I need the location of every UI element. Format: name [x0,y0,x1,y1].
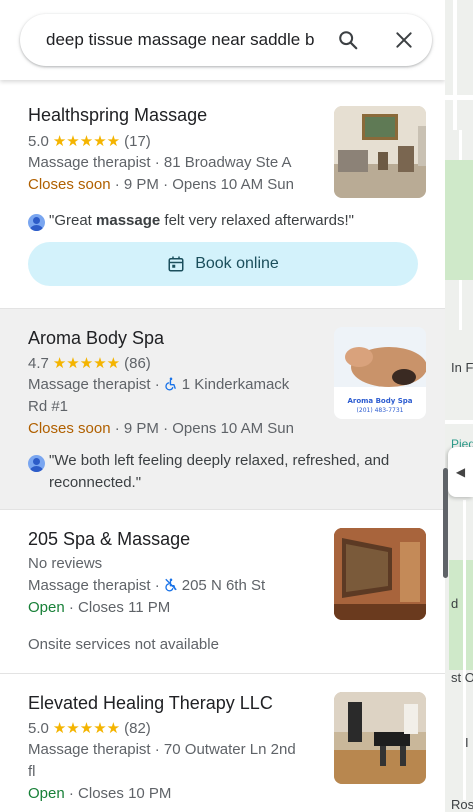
place-photo[interactable] [334,528,426,620]
star-rating-icon: ★★★★★ [52,133,121,150]
category: Massage therapist [28,154,151,171]
wheelchair-accessible-icon [165,377,176,391]
review-count[interactable]: (86) [124,355,151,372]
map-road [445,95,473,100]
map-label: d [451,596,459,611]
calendar-icon [168,256,184,272]
place-name[interactable]: 205 Spa & Massage [28,529,190,550]
results-list: Healthspring Massage 5.0 ★★★★★ (17) Massag… [0,80,445,812]
status-badge: Closes soon [28,420,111,437]
category-address-row: Massage therapist · 205 N 6th St [28,577,266,594]
address: 70 Outwater Ln 2nd [163,741,296,758]
address: 205 N 6th St [181,577,266,594]
map-label: st O [451,670,473,685]
place-name[interactable]: Aroma Body Spa [28,328,164,349]
result-card[interactable]: Healthspring Massage 5.0 ★★★★★ (17) Massag… [0,80,445,309]
category-address-row: Massage therapist · 1 Kinderkamack [28,376,290,393]
result-card[interactable]: Elevated Healing Therapy LLC 5.0 ★★★★★ (82… [0,674,445,812]
map-park [449,560,473,670]
map-road [453,0,457,130]
review-text: "We both left feeling deeply relaxed, re… [49,452,390,469]
search-icon [339,31,358,50]
status-badge: Closes soon [28,176,111,193]
photo-gym-icon [334,692,426,784]
search-input[interactable]: deep tissue massage near saddle b [46,30,316,50]
place-photo[interactable] [334,106,426,198]
search-header: deep tissue massage near saddle b [0,0,445,80]
rating-value: 5.0 [28,720,49,737]
service-note: Onsite services not available [28,636,219,653]
rating-value: 4.7 [28,355,49,372]
status-badge: Open [28,599,65,616]
category-address-row: Massage therapist · 70 Outwater Ln 2nd [28,741,296,758]
results-panel: deep tissue massage near saddle b Health… [0,0,445,812]
place-photo[interactable] [334,692,426,784]
rating-value: 5.0 [28,133,49,150]
category-address-row: Massage therapist · 81 Broadway Ste A [28,154,292,171]
hours-row: Closes soon · 9 PM · Opens 10 AM Sun [28,176,294,193]
chevron-left-icon: ◀ [455,465,466,479]
star-rating-icon: ★★★★★ [52,720,121,737]
result-card[interactable]: 205 Spa & Massage No reviews Massage the… [0,510,445,674]
map-road [445,420,473,424]
hours: Closes 10 PM [78,785,172,802]
hours: 9 PM · Opens 10 AM Sun [123,420,294,437]
place-name[interactable]: Elevated Healing Therapy LLC [28,693,273,714]
avatar [28,455,45,472]
address-continued: fl [28,763,36,780]
scrollbar[interactable] [443,468,448,578]
address: 81 Broadway Ste A [163,154,292,171]
map-view[interactable]: In F Pied d st O I Ros [445,0,473,812]
address: 1 Kinderkamack [181,376,290,393]
rating-row: 4.7 ★★★★★ (86) [28,354,151,372]
review-count[interactable]: (82) [124,720,151,737]
result-card[interactable]: Aroma Body Spa 4.7 ★★★★★ (86) Massage ther… [0,309,445,510]
book-online-button[interactable]: Book online [28,242,418,286]
photo-massage-icon: Aroma Body Spa (201) 483-7731 [334,327,426,419]
hours-row: Open · Closes 11 PM [28,599,171,616]
search-box[interactable]: deep tissue massage near saddle b [20,14,432,66]
no-reviews: No reviews [28,555,103,572]
review-text: reconnected." [49,474,142,491]
review-snippet: "We both left feeling deeply relaxed, re… [28,450,389,494]
avatar [28,214,45,231]
map-label: I [465,735,469,750]
rating-row: 5.0 ★★★★★ (17) [28,132,151,150]
hours-row: Closes soon · 9 PM · Opens 10 AM Sun [28,420,294,437]
hours-row: Open · Closes 10 PM [28,785,172,802]
photo-interior-icon [334,106,426,198]
review-count[interactable]: (17) [124,133,151,150]
star-rating-icon: ★★★★★ [52,355,121,372]
address-continued: Rd #1 [28,398,69,415]
status-badge: Open [28,785,65,802]
category: Massage therapist [28,376,151,393]
photo-room-icon [334,528,426,620]
place-name[interactable]: Healthspring Massage [28,105,207,126]
map-park [445,160,473,280]
hours: Closes 11 PM [78,599,171,616]
place-photo[interactable]: Aroma Body Spa (201) 483-7731 [334,327,426,419]
map-label: Ros [451,797,473,812]
hours: 9 PM · Opens 10 AM Sun [123,176,294,193]
map-label: In F [451,360,473,375]
svg-text:Aroma Body Spa: Aroma Body Spa [347,397,412,405]
not-wheelchair-accessible-icon [165,578,177,592]
svg-text:(201) 483-7731: (201) 483-7731 [357,407,404,414]
book-online-label: Book online [195,255,279,272]
collapse-panel-button[interactable]: ◀ [448,447,473,497]
category: Massage therapist [28,577,151,594]
close-icon [396,32,412,48]
search-button[interactable] [330,22,366,58]
rating-row: 5.0 ★★★★★ (82) [28,719,151,737]
clear-search-button[interactable] [386,22,422,58]
category: Massage therapist [28,741,151,758]
review-snippet: "Great massage felt very relaxed afterwa… [28,212,354,231]
map-road [463,500,466,800]
